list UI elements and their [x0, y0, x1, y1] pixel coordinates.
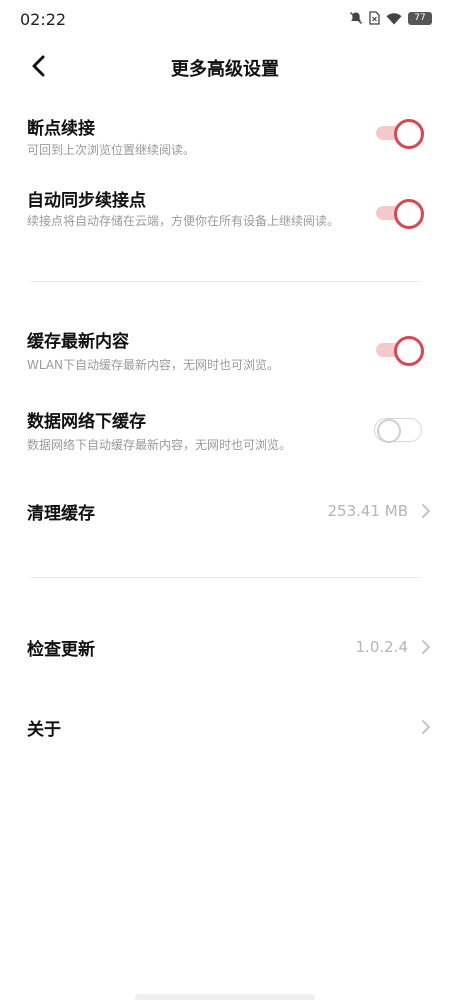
wifi-icon — [386, 12, 402, 25]
status-icons: 77 — [349, 11, 432, 25]
cache-mobile-data-toggle[interactable] — [374, 416, 424, 444]
cache-size-value: 253.41 MB — [327, 502, 409, 520]
cache-latest-toggle[interactable] — [376, 336, 424, 366]
check-update-row[interactable]: 检查更新 1.0.2.4 — [0, 630, 450, 664]
status-bar: 02:22 77 — [0, 0, 450, 40]
clear-cache-label: 清理缓存 — [27, 504, 95, 524]
setting-desc: 续接点将自动存储在云端，方便你在所有设备上继续阅读。 — [27, 214, 340, 228]
chevron-right-icon — [422, 720, 430, 734]
home-indicator — [135, 994, 315, 1000]
check-update-label: 检查更新 — [27, 640, 95, 660]
page-title: 更多高级设置 — [171, 59, 279, 80]
battery-icon: 77 — [408, 11, 432, 25]
setting-auto-sync: 自动同步续接点 续接点将自动存储在云端，方便你在所有设备上继续阅读。 — [0, 182, 450, 252]
version-value: 1.0.2.4 — [355, 638, 408, 656]
setting-cache-latest: 缓存最新内容 WLAN下自动缓存最新内容，无网时也可浏览。 — [0, 322, 450, 382]
sim-off-icon — [369, 11, 380, 25]
auto-sync-toggle[interactable] — [376, 199, 424, 229]
setting-desc: WLAN下自动缓存最新内容，无网时也可浏览。 — [27, 358, 280, 372]
setting-title: 数据网络下缓存 — [27, 412, 146, 432]
setting-resume-reading: 断点续接 可回到上次浏览位置继续阅读。 — [0, 108, 450, 168]
setting-desc: 可回到上次浏览位置继续阅读。 — [27, 143, 196, 157]
setting-title: 自动同步续接点 — [27, 191, 146, 211]
about-row[interactable]: 关于 — [0, 710, 450, 744]
clear-cache-row[interactable]: 清理缓存 253.41 MB — [0, 494, 450, 528]
setting-title: 缓存最新内容 — [27, 332, 129, 352]
header: 更多高级设置 — [0, 44, 450, 88]
chevron-right-icon — [422, 504, 430, 518]
resume-reading-toggle[interactable] — [376, 119, 424, 149]
divider — [30, 577, 420, 578]
status-time: 02:22 — [20, 10, 67, 29]
chevron-right-icon — [422, 640, 430, 654]
setting-desc: 数据网络下自动缓存最新内容，无网时也可浏览。 — [27, 438, 292, 452]
divider — [30, 281, 420, 282]
setting-cache-mobile-data: 数据网络下缓存 数据网络下自动缓存最新内容，无网时也可浏览。 — [0, 402, 450, 462]
setting-title: 断点续接 — [27, 119, 95, 139]
about-label: 关于 — [27, 720, 61, 740]
notifications-muted-icon — [349, 11, 363, 25]
